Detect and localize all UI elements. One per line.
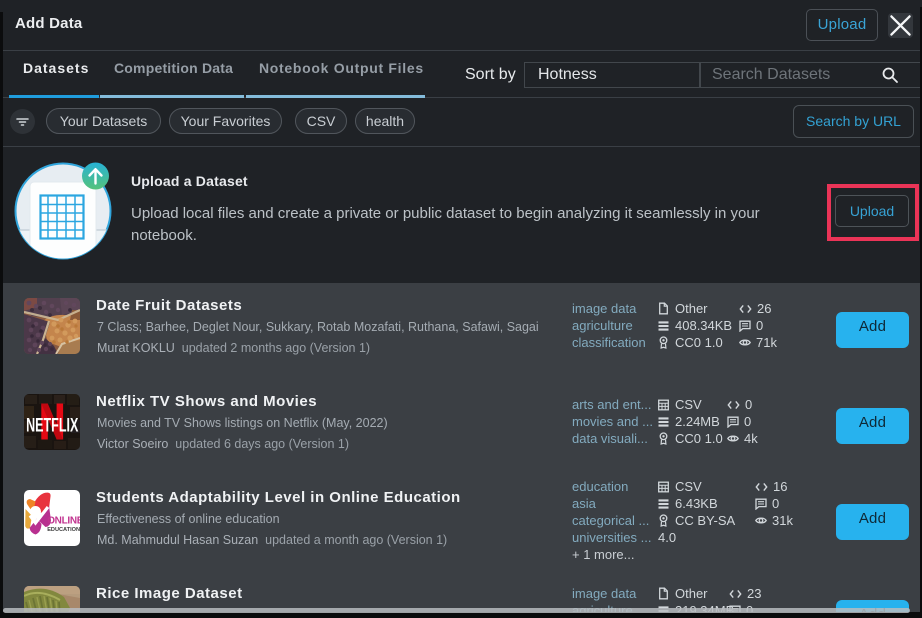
svg-text:ONLINE: ONLINE <box>47 516 80 527</box>
svg-text:EDUCATION: EDUCATION <box>47 527 80 533</box>
svg-text:NETFLIX: NETFLIX <box>26 415 78 436</box>
